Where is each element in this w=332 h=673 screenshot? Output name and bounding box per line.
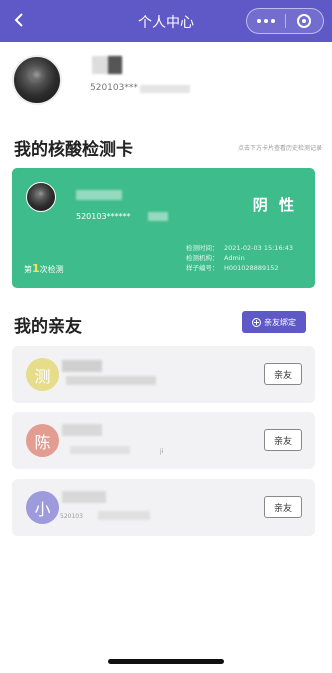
friend-name-redacted <box>62 491 106 503</box>
profile-name-redacted-block <box>108 56 122 74</box>
friend-id-redacted <box>70 446 130 454</box>
close-program-icon[interactable] <box>286 14 324 28</box>
test-card-section-title: 我的核酸检测卡 <box>14 140 133 160</box>
friend-card[interactable]: 陈 ji 亲友 <box>12 412 315 469</box>
card-info: 检测时间： 2021-02-03 15:16:43 检测机构： Admin 样子编号… <box>186 243 293 273</box>
friend-name-redacted <box>62 424 102 436</box>
mini-program-capsule <box>246 8 324 34</box>
test-result: 阴 性 <box>252 196 297 214</box>
friend-button[interactable]: 亲友 <box>264 429 302 451</box>
home-indicator <box>108 659 224 664</box>
nav-bar: 个人中心 <box>0 0 332 42</box>
card-id-redacted <box>148 212 168 221</box>
friend-name-redacted <box>62 360 102 372</box>
friend-button[interactable]: 亲友 <box>264 496 302 518</box>
info-org-row: 检测机构： Admin <box>186 254 245 262</box>
friend-button[interactable]: 亲友 <box>264 363 302 385</box>
profile-id-redacted <box>140 85 190 93</box>
test-card[interactable]: 520103****** 阴 性 检测时间： 2021-02-03 15:16:4… <box>12 168 315 288</box>
friend-avatar: 测 <box>26 358 59 391</box>
profile-id-number: 520103*** <box>90 83 138 93</box>
friend-sub-text: ji <box>160 448 164 455</box>
friend-avatar: 陈 <box>26 424 59 457</box>
friend-card[interactable]: 小 520103 亲友 <box>12 479 315 536</box>
profile-avatar <box>12 55 62 105</box>
test-count: 第1次检测 <box>24 262 64 275</box>
history-hint: 点击下方卡片查看历史检测记录 <box>237 145 322 152</box>
bind-friend-button[interactable]: 亲友绑定 <box>242 311 306 333</box>
add-circle-icon <box>252 317 261 327</box>
card-name-redacted <box>76 190 122 200</box>
card-id-number: 520103****** <box>76 212 131 221</box>
friend-sub-text: 520103 <box>60 513 83 520</box>
friend-id-redacted <box>66 376 156 385</box>
friend-id-redacted <box>98 511 150 520</box>
more-options-icon[interactable] <box>247 19 285 23</box>
card-avatar <box>26 182 56 212</box>
info-time-row: 检测时间： 2021-02-03 15:16:43 <box>186 244 294 252</box>
friends-section-title: 我的亲友 <box>14 317 82 337</box>
friend-card[interactable]: 测 亲友 <box>12 346 315 403</box>
friend-avatar: 小 <box>26 491 59 524</box>
info-sample-row: 样子编号： H001028889152 <box>186 264 279 272</box>
